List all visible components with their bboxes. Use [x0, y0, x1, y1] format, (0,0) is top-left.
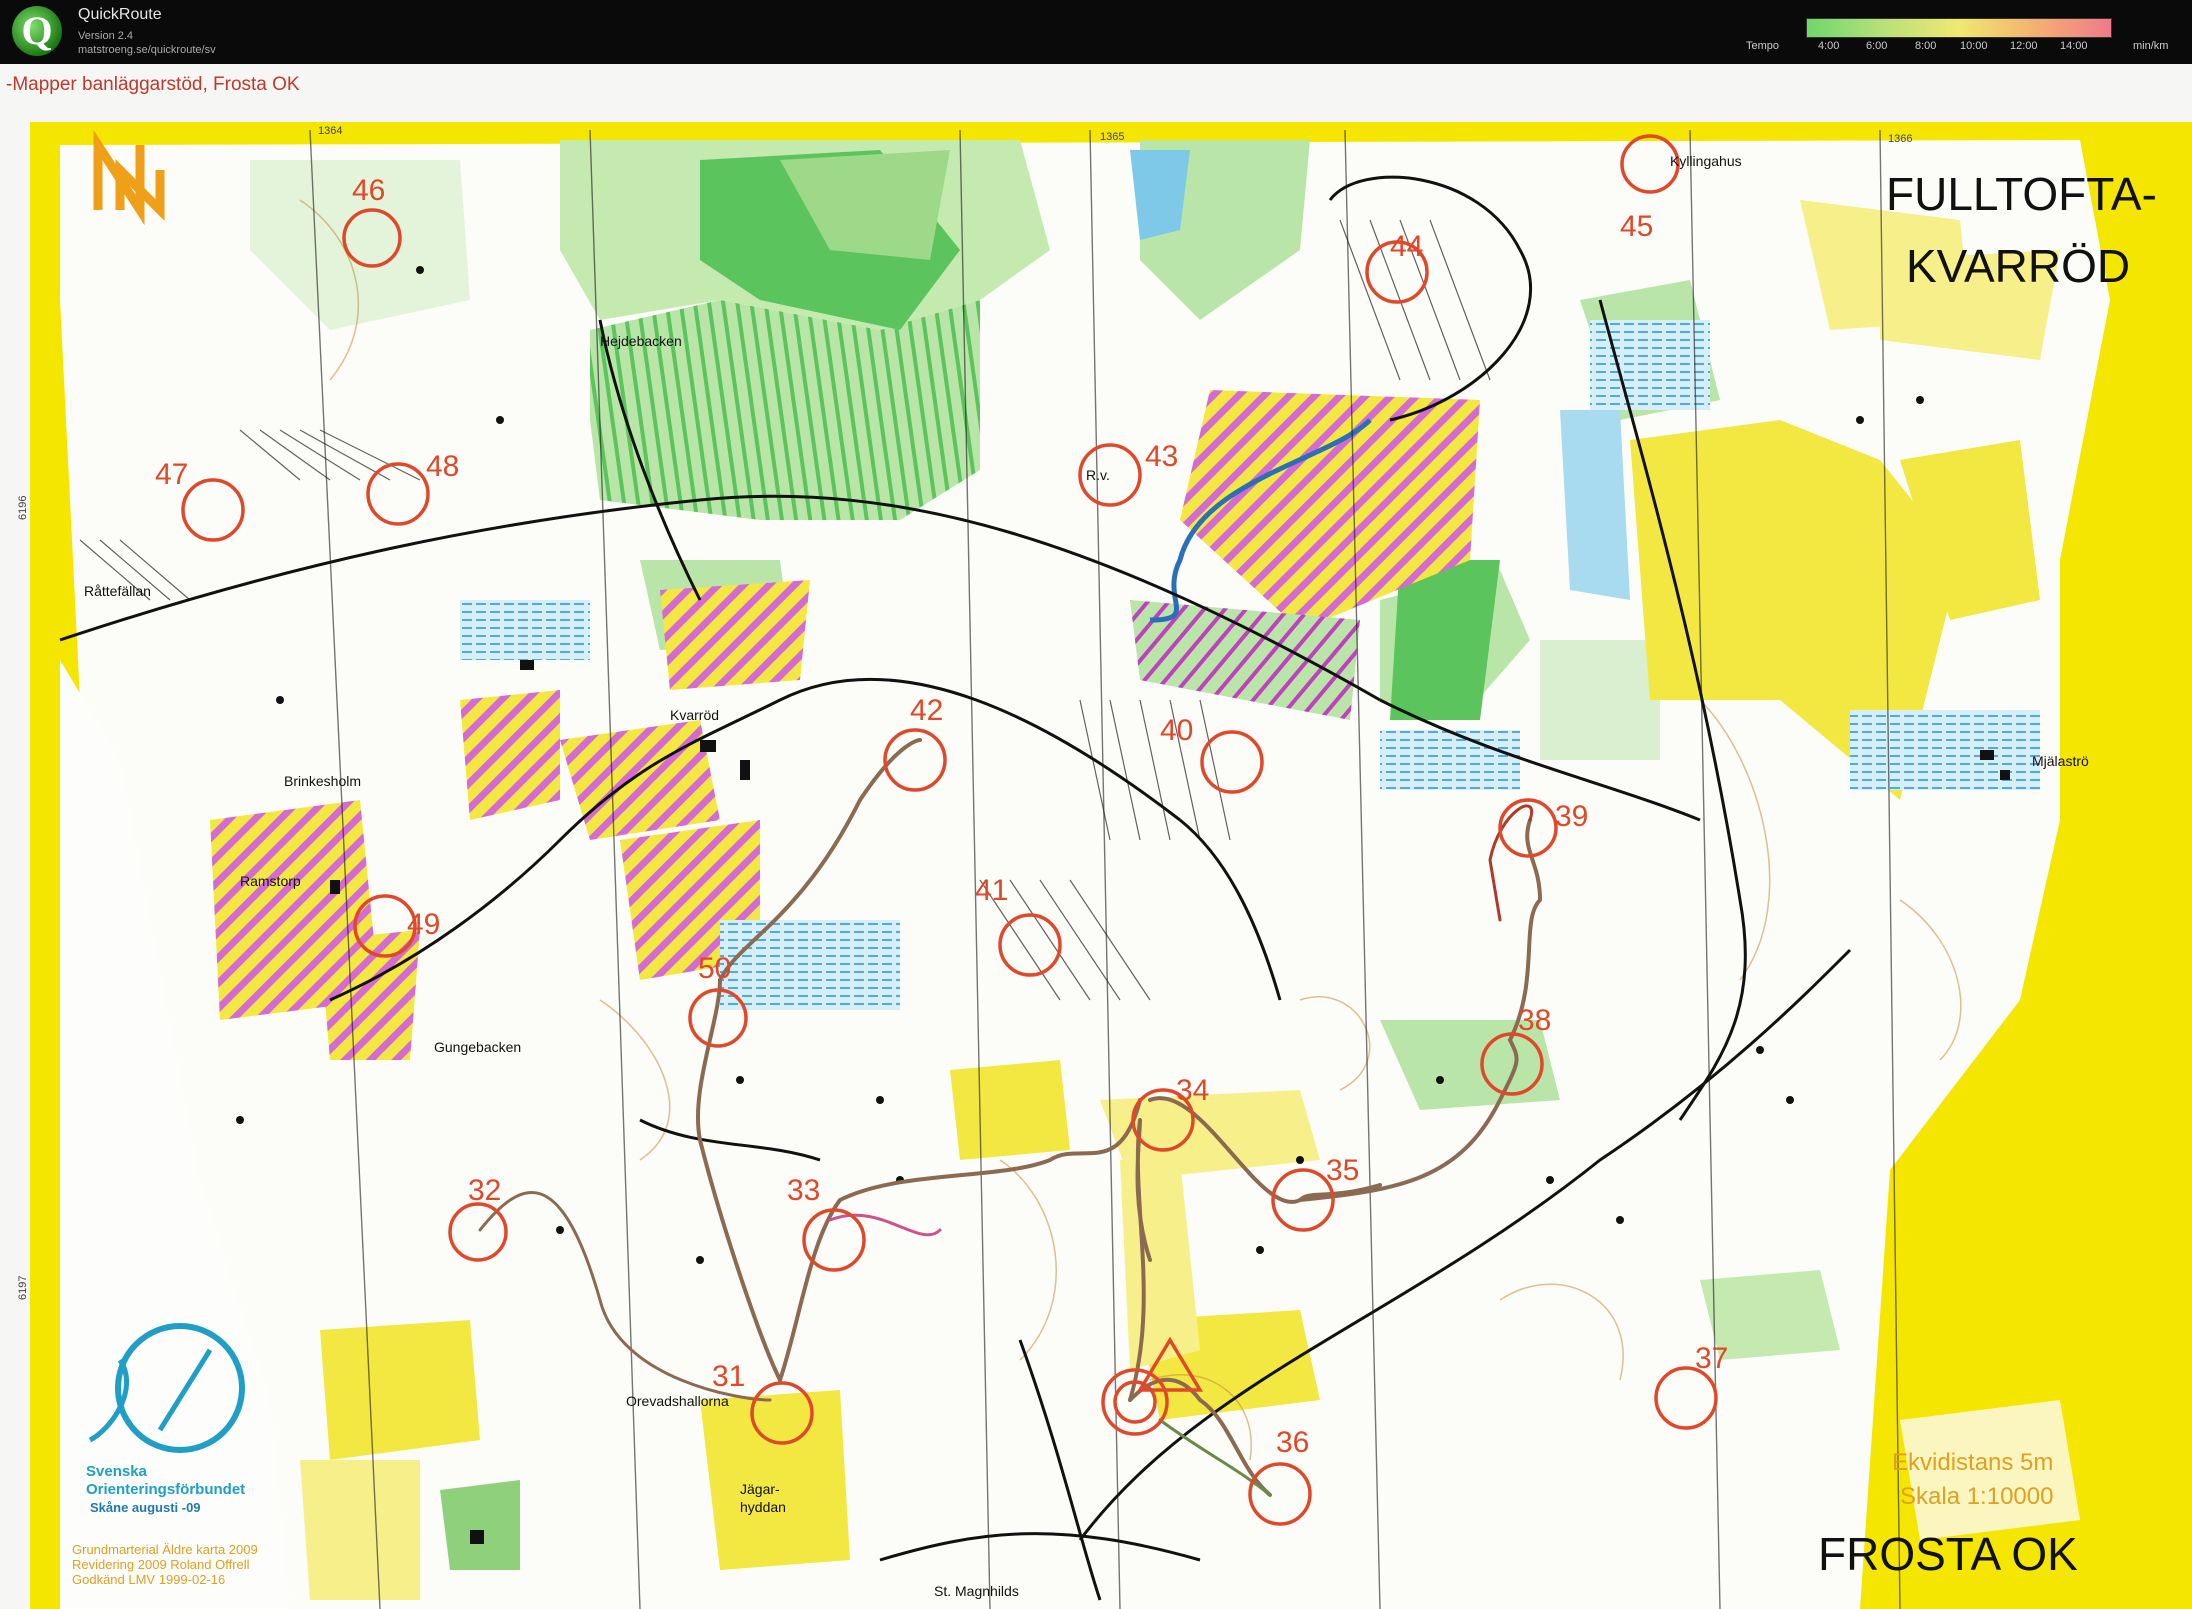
open-land	[700, 1390, 850, 1570]
grid-label: 1366	[1888, 133, 1912, 145]
place-name: Ramstorp	[240, 873, 301, 889]
control-number: 43	[1145, 440, 1178, 473]
header-credit: -Mapper banläggarstöd, Frosta OK	[6, 74, 300, 95]
grid-label: 1365	[1100, 131, 1124, 143]
app-name: QuickRoute	[78, 6, 162, 23]
control-number: 36	[1276, 1426, 1309, 1459]
map-title-line2: KVARRÖD	[1906, 240, 2130, 292]
map-credit: Godkänd LMV 1999-02-16	[72, 1572, 225, 1587]
place-name: R.v.	[1086, 467, 1110, 483]
tempo-tick: 8:00	[1915, 40, 1937, 52]
forest-area	[440, 1480, 520, 1570]
open-land	[300, 1460, 420, 1600]
control-number: 38	[1518, 1004, 1551, 1037]
pond	[1560, 410, 1630, 600]
app-title-bar: Q QuickRoute Version 2.4 matstroeng.se/q…	[0, 0, 2192, 64]
place-name: Jägar-	[740, 1481, 780, 1497]
place-name: Orevadshallorna	[626, 1393, 729, 1409]
control-number: 44	[1390, 230, 1423, 263]
tempo-unit: min/km	[2133, 40, 2169, 52]
control-number: 42	[910, 694, 943, 727]
grid-label: 6197	[17, 1276, 29, 1300]
tempo-tick: 4:00	[1818, 40, 1840, 52]
control-number: 39	[1555, 800, 1588, 833]
place-name: Gungebacken	[434, 1039, 521, 1055]
control-number: 35	[1326, 1154, 1359, 1187]
place-name: St. Magnhilds	[934, 1583, 1019, 1599]
tempo-legend-label: Tempo	[1746, 40, 1780, 52]
tempo-color-scale	[1806, 18, 2112, 38]
control-number: 34	[1176, 1074, 1209, 1107]
control-number: 31	[712, 1360, 745, 1393]
control-number: 49	[407, 908, 440, 941]
club-name: FROSTA OK	[1818, 1528, 2078, 1580]
control-number: 41	[975, 874, 1008, 907]
map-title-line1: FULLTOFTA-	[1886, 168, 2157, 220]
grid-label: 6196	[17, 496, 29, 520]
marsh	[460, 600, 590, 660]
place-name: Råttefällan	[84, 583, 151, 599]
equidistance: Ekvidistans 5m	[1892, 1449, 2053, 1476]
control-number: 46	[352, 174, 385, 207]
tempo-tick: 12:00	[2010, 40, 2038, 52]
restricted-area	[460, 690, 560, 820]
control-number: 50	[698, 952, 731, 985]
control-number: 45	[1620, 210, 1653, 243]
tempo-tick: 6:00	[1866, 40, 1888, 52]
place-name: Kyllingahus	[1670, 153, 1742, 169]
map-credit: Revidering 2009 Roland Offrell	[72, 1557, 250, 1572]
grid-label: 1364	[318, 125, 342, 137]
marsh	[1850, 710, 2040, 790]
federation-region: Skåne augusti -09	[90, 1500, 201, 1515]
map-scale: Skala 1:10000	[1900, 1483, 2053, 1510]
place-name: hyddan	[740, 1499, 786, 1515]
open-land	[950, 1060, 1070, 1160]
open-land	[320, 1320, 480, 1460]
place-name: Mjälaströ	[2032, 753, 2089, 769]
control-number: 33	[787, 1174, 820, 1207]
federation-name: Orienteringsförbundet	[86, 1481, 245, 1498]
federation-name: Svenska	[86, 1463, 148, 1480]
restricted-area	[660, 580, 810, 690]
control-number: 47	[155, 458, 188, 491]
control-number: 48	[426, 450, 459, 483]
place-name: Kvarröd	[670, 707, 719, 723]
control-number: 32	[468, 1174, 501, 1207]
marsh	[1380, 730, 1520, 790]
control-number: 37	[1695, 1342, 1728, 1375]
orienteering-map[interactable]: 46 47 48 43 44 45 42 40 39 41 49 50 34 3…	[0, 64, 2192, 1609]
map-credit: Grundmarterial Äldre karta 2009	[72, 1542, 258, 1557]
forest-area	[1540, 640, 1660, 760]
tempo-tick: 10:00	[1960, 40, 1988, 52]
control-number: 40	[1160, 714, 1193, 747]
tempo-tick: 14:00	[2060, 40, 2088, 52]
place-name: Hejdebacken	[600, 333, 682, 349]
app-version: Version 2.4	[78, 30, 134, 42]
app-url: matstroeng.se/quickroute/sv	[78, 44, 216, 56]
marsh	[720, 920, 900, 1010]
quickroute-logo-icon: Q	[12, 6, 62, 56]
place-name: Brinkesholm	[284, 773, 361, 789]
